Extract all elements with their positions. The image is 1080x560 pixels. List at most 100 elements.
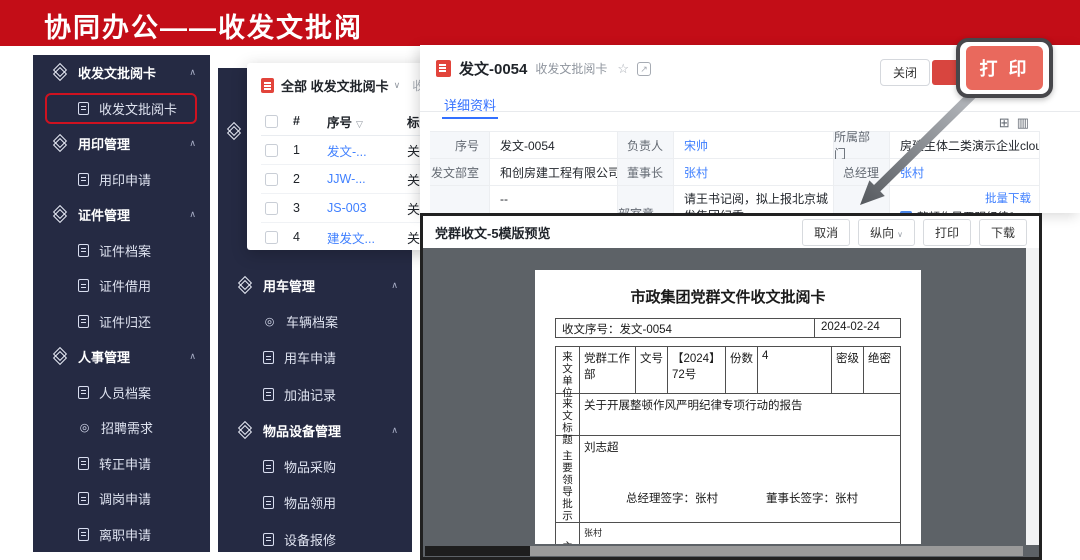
layers-icon bbox=[227, 124, 242, 139]
row-label-supervisor-remarks: 主管领导批示 bbox=[556, 523, 580, 544]
sidebar-item-lizhi[interactable]: 离职申请 bbox=[33, 517, 210, 553]
orientation-select[interactable]: 纵向∨ bbox=[858, 219, 915, 246]
row-checkbox[interactable] bbox=[265, 231, 278, 244]
external-link-icon[interactable]: ↗ bbox=[637, 62, 651, 76]
sidebar-group-shoufawen[interactable]: 收发文批阅卡 ∧ bbox=[33, 55, 210, 91]
field-value-chairman-link[interactable]: 张村 bbox=[674, 159, 834, 186]
paper-date: 2024-02-24 bbox=[814, 319, 900, 337]
sidebar-item-zhengjian-borrow[interactable]: 证件借用 bbox=[33, 268, 210, 304]
print-button-highlight[interactable]: 打 印 bbox=[966, 46, 1042, 90]
row-checkbox[interactable] bbox=[265, 173, 278, 186]
paper-serial-row: 收文序号：发文-0054 2024-02-24 bbox=[555, 318, 901, 338]
clipboard-icon bbox=[78, 102, 89, 115]
vertical-scrollbar[interactable] bbox=[1026, 248, 1039, 545]
row-checkbox[interactable] bbox=[265, 144, 278, 157]
field-label: 附件 bbox=[834, 186, 890, 213]
sidebar-item-wupin-caigou[interactable]: 物品采购 bbox=[218, 448, 412, 484]
sidebar-item-jiayou-record[interactable]: 加油记录 bbox=[218, 376, 412, 412]
signature-line: 总经理签字：张村 董事长签字：张村 bbox=[626, 490, 858, 506]
horizontal-scrollbar-thumb[interactable] bbox=[425, 546, 530, 556]
document-id: 发文-0054 bbox=[459, 58, 527, 79]
red-document-icon bbox=[436, 60, 451, 77]
top-banner: 协同办公——收发文批阅 bbox=[0, 0, 1080, 46]
sidebar-item-yongche-apply[interactable]: 用车申请 bbox=[218, 340, 412, 376]
supervisor-name: 张村 bbox=[580, 523, 900, 544]
document-icon bbox=[78, 279, 89, 292]
field-label: 所属部门 bbox=[834, 132, 890, 159]
leave-icon bbox=[78, 528, 89, 541]
serial-link[interactable]: 发文-... bbox=[327, 141, 407, 160]
print-preview-modal: 党群收文-5模版预览 取消 纵向∨ 打印 下载 市政集团党群文件收文批阅卡 收文… bbox=[420, 213, 1042, 560]
sidebar-group-renshi[interactable]: 人事管理 ∧ bbox=[33, 339, 210, 375]
box-icon bbox=[78, 315, 89, 328]
tab-detail-info[interactable]: 详细资料 bbox=[444, 95, 496, 114]
field-value-office-opinion: 请王书记阅，拟上报北京城发集团纪委。 bbox=[674, 186, 834, 213]
sidebar-group-zhengjian[interactable]: 证件管理 ∧ bbox=[33, 197, 210, 233]
sidebar-item-shebei-baoxiu[interactable]: 设备报修 bbox=[218, 521, 412, 557]
serial-link[interactable]: JJW-... bbox=[327, 172, 407, 186]
serial-link[interactable]: JS-003 bbox=[327, 201, 407, 215]
field-label: 序号 bbox=[430, 132, 490, 159]
star-icon[interactable]: ☆ bbox=[617, 61, 629, 77]
field-value-gm-link[interactable]: 张村 bbox=[890, 159, 1040, 186]
download-button[interactable]: 下载 bbox=[979, 219, 1027, 246]
layers-icon bbox=[53, 65, 68, 80]
sidebar-group-yongyin[interactable]: 用印管理 ∧ bbox=[33, 126, 210, 162]
detail-form: 序号 发文-0054 负责人 宋帅 所属部门 房建主体二类演示企业cloud0 … bbox=[430, 131, 1040, 213]
modal-header: 党群收文-5模版预览 取消 纵向∨ 打印 下载 bbox=[423, 216, 1039, 248]
serial-link[interactable]: 建发文... bbox=[327, 228, 407, 247]
batch-download-link[interactable]: 批量下载 bbox=[985, 190, 1031, 206]
sidebar-item-zhengjian-archive[interactable]: 证件档案 bbox=[33, 233, 210, 269]
chevron-up-icon: ∧ bbox=[189, 138, 196, 149]
sidebar-item-zhengjian-return[interactable]: 证件归还 bbox=[33, 304, 210, 340]
repair-icon bbox=[263, 533, 274, 546]
document-icon bbox=[78, 244, 89, 257]
chevron-up-icon: ∧ bbox=[391, 425, 398, 436]
chevron-up-icon: ∧ bbox=[391, 280, 398, 291]
field-value-owner-link[interactable]: 宋帅 bbox=[674, 132, 834, 159]
horizontal-scrollbar[interactable] bbox=[425, 546, 1023, 556]
modal-title: 党群收文-5模版预览 bbox=[435, 223, 794, 242]
clipboard-icon bbox=[78, 173, 89, 186]
close-button[interactable]: 关闭 bbox=[880, 59, 930, 86]
chevron-down-icon[interactable]: ∨ bbox=[394, 80, 401, 91]
sidebar-item-zhuanzheng[interactable]: 转正申请 bbox=[33, 446, 210, 482]
select-all-checkbox[interactable] bbox=[265, 115, 278, 128]
sidebar-primary: 收发文批阅卡 ∧ 收发文批阅卡 用印管理 ∧ 用印申请 证件管理 ∧ bbox=[33, 55, 210, 552]
field-label: 总经理 bbox=[834, 159, 890, 186]
sidebar-item-zhaopin[interactable]: ◎ 招聘需求 bbox=[33, 410, 210, 446]
fuel-icon bbox=[263, 388, 274, 401]
leader-name: 刘志超 bbox=[584, 442, 619, 454]
cancel-button[interactable]: 取消 bbox=[802, 219, 850, 246]
sidebar-item-yongyin-apply[interactable]: 用印申请 bbox=[33, 162, 210, 198]
sidebar-item-renyuan-archive[interactable]: 人员档案 bbox=[33, 375, 210, 411]
sidebar-item-shoufawen-card[interactable]: 收发文批阅卡 bbox=[33, 91, 210, 127]
document-type: 收发文批阅卡 bbox=[535, 60, 607, 77]
target-icon: ◎ bbox=[78, 421, 91, 434]
preview-paper: 市政集团党群文件收文批阅卡 收文序号：发文-0054 2024-02-24 来文… bbox=[535, 270, 921, 544]
sidebar-group-wupin-shebei[interactable]: 物品设备管理 ∧ bbox=[218, 412, 412, 448]
clipboard-icon bbox=[263, 351, 274, 364]
screen: 协同办公——收发文批阅 收发文批阅卡 ∧ 收发文批阅卡 用印管理 ∧ 用印申请 bbox=[0, 0, 1080, 560]
filter-icon[interactable]: ▽ bbox=[356, 119, 363, 129]
sidebar-item-diaogang[interactable]: 调岗申请 bbox=[33, 481, 210, 517]
field-label: 部室意见 bbox=[618, 186, 674, 213]
view-toggle-icons[interactable]: ⊞▥ bbox=[999, 115, 1036, 131]
sidebar-item-wupin-lingyong[interactable]: 物品领用 bbox=[218, 485, 412, 521]
field-label: 发文部室 bbox=[430, 159, 490, 186]
layers-icon bbox=[238, 278, 253, 293]
field-value-issuing-office: 和创房建工程有限公司 bbox=[490, 159, 618, 186]
row-checkbox[interactable] bbox=[265, 202, 278, 215]
print-button[interactable]: 打印 bbox=[923, 219, 971, 246]
paper-table: 来文单位 党群工作部 文号 【2024】72号 份数 4 密级 绝密 来文标题 … bbox=[555, 346, 901, 544]
sidebar-group-yongche[interactable]: 用车管理 ∧ bbox=[218, 267, 412, 303]
red-document-icon bbox=[261, 78, 274, 93]
chevron-up-icon: ∧ bbox=[189, 67, 196, 78]
field-value-remark: -- bbox=[490, 186, 618, 213]
purchase-icon bbox=[263, 460, 274, 473]
field-label: 董事长 bbox=[618, 159, 674, 186]
row-label-title: 来文标题 bbox=[556, 394, 580, 435]
page-title: 协同办公——收发文批阅 bbox=[44, 6, 363, 45]
layers-icon bbox=[53, 136, 68, 151]
sidebar-item-cheliang-archive[interactable]: ◎ 车辆档案 bbox=[218, 303, 412, 339]
